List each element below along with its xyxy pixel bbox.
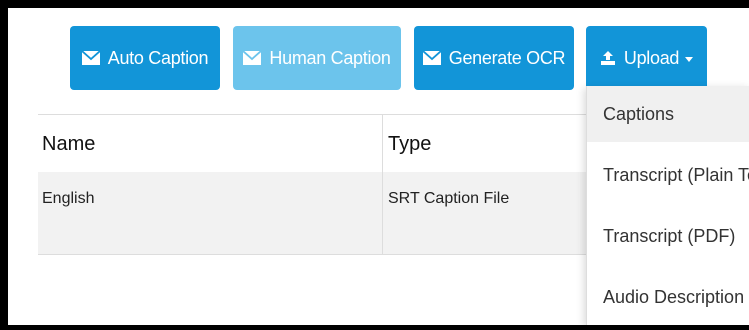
upload-icon [600,51,615,65]
column-divider [382,172,383,254]
table-header: Name Type [38,114,598,173]
upload-label: Upload [623,47,680,68]
menu-item-audio-description[interactable]: Audio Description [587,269,749,325]
table-row[interactable]: English SRT Caption File [38,172,598,255]
window-border-left [0,0,8,330]
caret-down-icon [685,56,694,62]
row-name-cell: English [42,190,95,207]
row-type-cell: SRT Caption File [388,190,510,207]
column-divider [382,115,383,172]
menu-item-transcript-plain-text[interactable]: Transcript (Plain Text [587,147,749,203]
human-caption-button[interactable]: Human Caption [233,26,401,90]
window-border-top [0,0,749,8]
menu-item-transcript-pdf[interactable]: Transcript (PDF) [587,208,749,264]
auto-caption-label: Auto Caption [107,47,209,68]
auto-caption-button[interactable]: Auto Caption [70,26,220,90]
upload-dropdown-menu: Captions Transcript (Plain Text Transcri… [586,86,749,325]
column-header-name: Name [42,133,96,155]
envelope-icon [81,51,100,65]
generate-ocr-label: Generate OCR [448,47,566,68]
generate-ocr-button[interactable]: Generate OCR [414,26,574,90]
envelope-icon [422,51,441,65]
menu-item-captions[interactable]: Captions [587,86,749,142]
window-border-bottom [0,325,749,330]
column-header-type: Type [388,133,432,155]
upload-button[interactable]: Upload [586,26,707,90]
human-caption-label: Human Caption [269,47,391,68]
envelope-icon [243,51,262,65]
